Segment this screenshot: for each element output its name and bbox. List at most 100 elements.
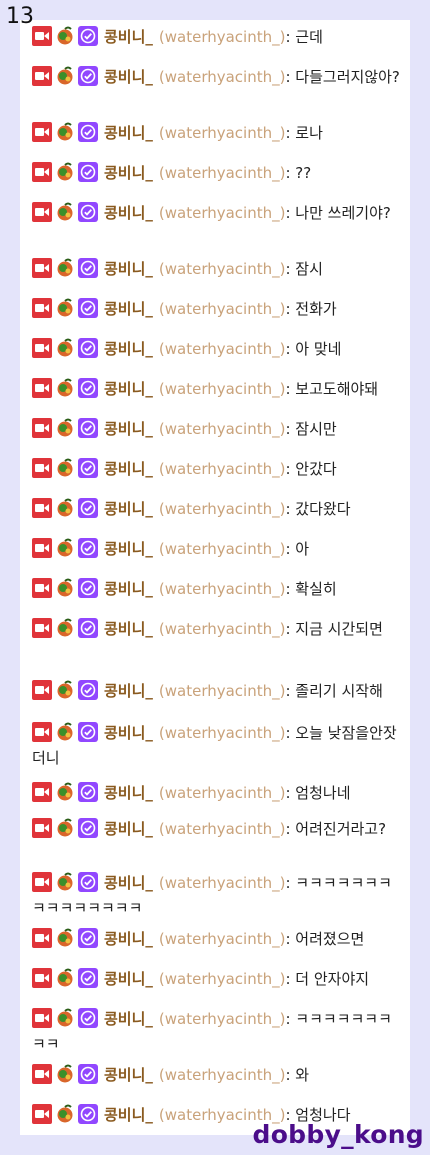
chat-login-name: (waterhyacinth_)	[158, 620, 286, 638]
fruit-badge-icon	[55, 378, 75, 398]
chat-username[interactable]: 콩비니_	[104, 500, 153, 518]
fruit-badge-icon	[55, 722, 75, 742]
camera-badge-icon	[32, 458, 52, 478]
chat-username[interactable]: 콩비니_	[104, 260, 153, 278]
chat-message-text: 전화가	[295, 300, 337, 318]
camera-badge-icon	[32, 498, 52, 518]
chat-username[interactable]: 콩비니_	[104, 820, 153, 838]
chat-colon: :	[285, 784, 296, 802]
chat-message-text: 나만 쓰레기야?	[295, 204, 391, 222]
chat-message: 콩비니_ (waterhyacinth_): 로나	[32, 121, 400, 146]
chat-message-text: 지금 시간되면	[295, 620, 383, 638]
chat-message: 콩비니_ (waterhyacinth_): 확실히	[32, 577, 400, 602]
chat-message-text: 안갔다	[295, 460, 337, 478]
camera-badge-icon	[32, 1064, 52, 1084]
chat-username[interactable]: 콩비니_	[104, 682, 153, 700]
chat-username[interactable]: 콩비니_	[104, 930, 153, 948]
verified-badge-icon	[78, 680, 98, 700]
fruit-badge-icon	[55, 258, 75, 278]
fruit-badge-icon	[55, 872, 75, 892]
chat-login-name: (waterhyacinth_)	[158, 874, 286, 892]
camera-badge-icon	[32, 26, 52, 46]
chat-login-name: (waterhyacinth_)	[158, 1066, 286, 1084]
camera-badge-icon	[32, 418, 52, 438]
chat-username[interactable]: 콩비니_	[104, 164, 153, 182]
chat-login-name: (waterhyacinth_)	[158, 28, 286, 46]
chat-message-text: 졸리기 시작해	[295, 682, 383, 700]
chat-username[interactable]: 콩비니_	[104, 580, 153, 598]
fruit-badge-icon	[55, 66, 75, 86]
chat-login-name: (waterhyacinth_)	[158, 420, 286, 438]
fruit-badge-icon	[55, 928, 75, 948]
chat-message: 콩비니_ (waterhyacinth_): 어려진거라고?	[32, 817, 400, 842]
chat-colon: :	[285, 580, 296, 598]
chat-message: 콩비니_ (waterhyacinth_): 잠시	[32, 257, 400, 282]
fruit-badge-icon	[55, 338, 75, 358]
chat-login-name: (waterhyacinth_)	[158, 724, 286, 742]
chat-message-text: 와	[295, 1066, 310, 1084]
chat-message: 콩비니_ (waterhyacinth_): 더 안자야지	[32, 967, 400, 992]
chat-username[interactable]: 콩비니_	[104, 784, 153, 802]
chat-username[interactable]: 콩비니_	[104, 874, 153, 892]
chat-username[interactable]: 콩비니_	[104, 540, 153, 558]
fruit-badge-icon	[55, 122, 75, 142]
page-number: 13	[6, 4, 34, 29]
camera-badge-icon	[32, 618, 52, 638]
verified-badge-icon	[78, 122, 98, 142]
camera-badge-icon	[32, 928, 52, 948]
chat-username[interactable]: 콩비니_	[104, 380, 153, 398]
chat-log: 콩비니_ (waterhyacinth_): 근데 콩비니_ (waterhyacin…	[20, 20, 410, 1135]
chat-username[interactable]: 콩비니_	[104, 420, 153, 438]
chat-message-text: ??	[295, 164, 312, 182]
camera-badge-icon	[32, 66, 52, 86]
chat-username[interactable]: 콩비니_	[104, 204, 153, 222]
fruit-badge-icon	[55, 680, 75, 700]
chat-colon: :	[285, 930, 296, 948]
chat-username[interactable]: 콩비니_	[104, 970, 153, 988]
chat-username[interactable]: 콩비니_	[104, 1010, 153, 1028]
chat-message-text: 아 맞네	[295, 340, 342, 358]
chat-colon: :	[285, 874, 296, 892]
chat-login-name: (waterhyacinth_)	[158, 204, 286, 222]
chat-username[interactable]: 콩비니_	[104, 300, 153, 318]
camera-badge-icon	[32, 202, 52, 222]
chat-colon: :	[285, 540, 296, 558]
chat-colon: :	[285, 380, 296, 398]
verified-badge-icon	[78, 378, 98, 398]
chat-username[interactable]: 콩비니_	[104, 620, 153, 638]
verified-badge-icon	[78, 722, 98, 742]
chat-message: 콩비니_ (waterhyacinth_): 어려졌으면	[32, 927, 400, 952]
verified-badge-icon	[78, 338, 98, 358]
watermark: dobby_kong	[252, 1120, 424, 1149]
chat-message-text: 잠시만	[295, 420, 337, 438]
fruit-badge-icon	[55, 968, 75, 988]
chat-message: 콩비니_ (waterhyacinth_): 다들그러지않아?	[32, 65, 400, 90]
verified-badge-icon	[78, 26, 98, 46]
camera-badge-icon	[32, 162, 52, 182]
verified-badge-icon	[78, 872, 98, 892]
chat-login-name: (waterhyacinth_)	[158, 124, 286, 142]
chat-username[interactable]: 콩비니_	[104, 460, 153, 478]
verified-badge-icon	[78, 782, 98, 802]
verified-badge-icon	[78, 1008, 98, 1028]
camera-badge-icon	[32, 378, 52, 398]
fruit-badge-icon	[55, 26, 75, 46]
chat-username[interactable]: 콩비니_	[104, 1106, 153, 1124]
chat-message-text: 근데	[295, 28, 323, 46]
chat-message: 콩비니_ (waterhyacinth_): 오늘 낮잠을안잣더니	[32, 721, 400, 771]
chat-message-text: 갔다왔다	[295, 500, 351, 518]
chat-username[interactable]: 콩비니_	[104, 340, 153, 358]
chat-message: 콩비니_ (waterhyacinth_): 갔다왔다	[32, 497, 400, 522]
chat-colon: :	[285, 460, 296, 478]
chat-username[interactable]: 콩비니_	[104, 124, 153, 142]
camera-badge-icon	[32, 298, 52, 318]
camera-badge-icon	[32, 538, 52, 558]
chat-username[interactable]: 콩비니_	[104, 68, 153, 86]
chat-username[interactable]: 콩비니_	[104, 1066, 153, 1084]
camera-badge-icon	[32, 338, 52, 358]
chat-username[interactable]: 콩비니_	[104, 724, 153, 742]
chat-login-name: (waterhyacinth_)	[158, 820, 286, 838]
chat-message: 콩비니_ (waterhyacinth_): 엄청나네	[32, 781, 400, 806]
chat-username[interactable]: 콩비니_	[104, 28, 153, 46]
chat-message-text: 확실히	[295, 580, 337, 598]
